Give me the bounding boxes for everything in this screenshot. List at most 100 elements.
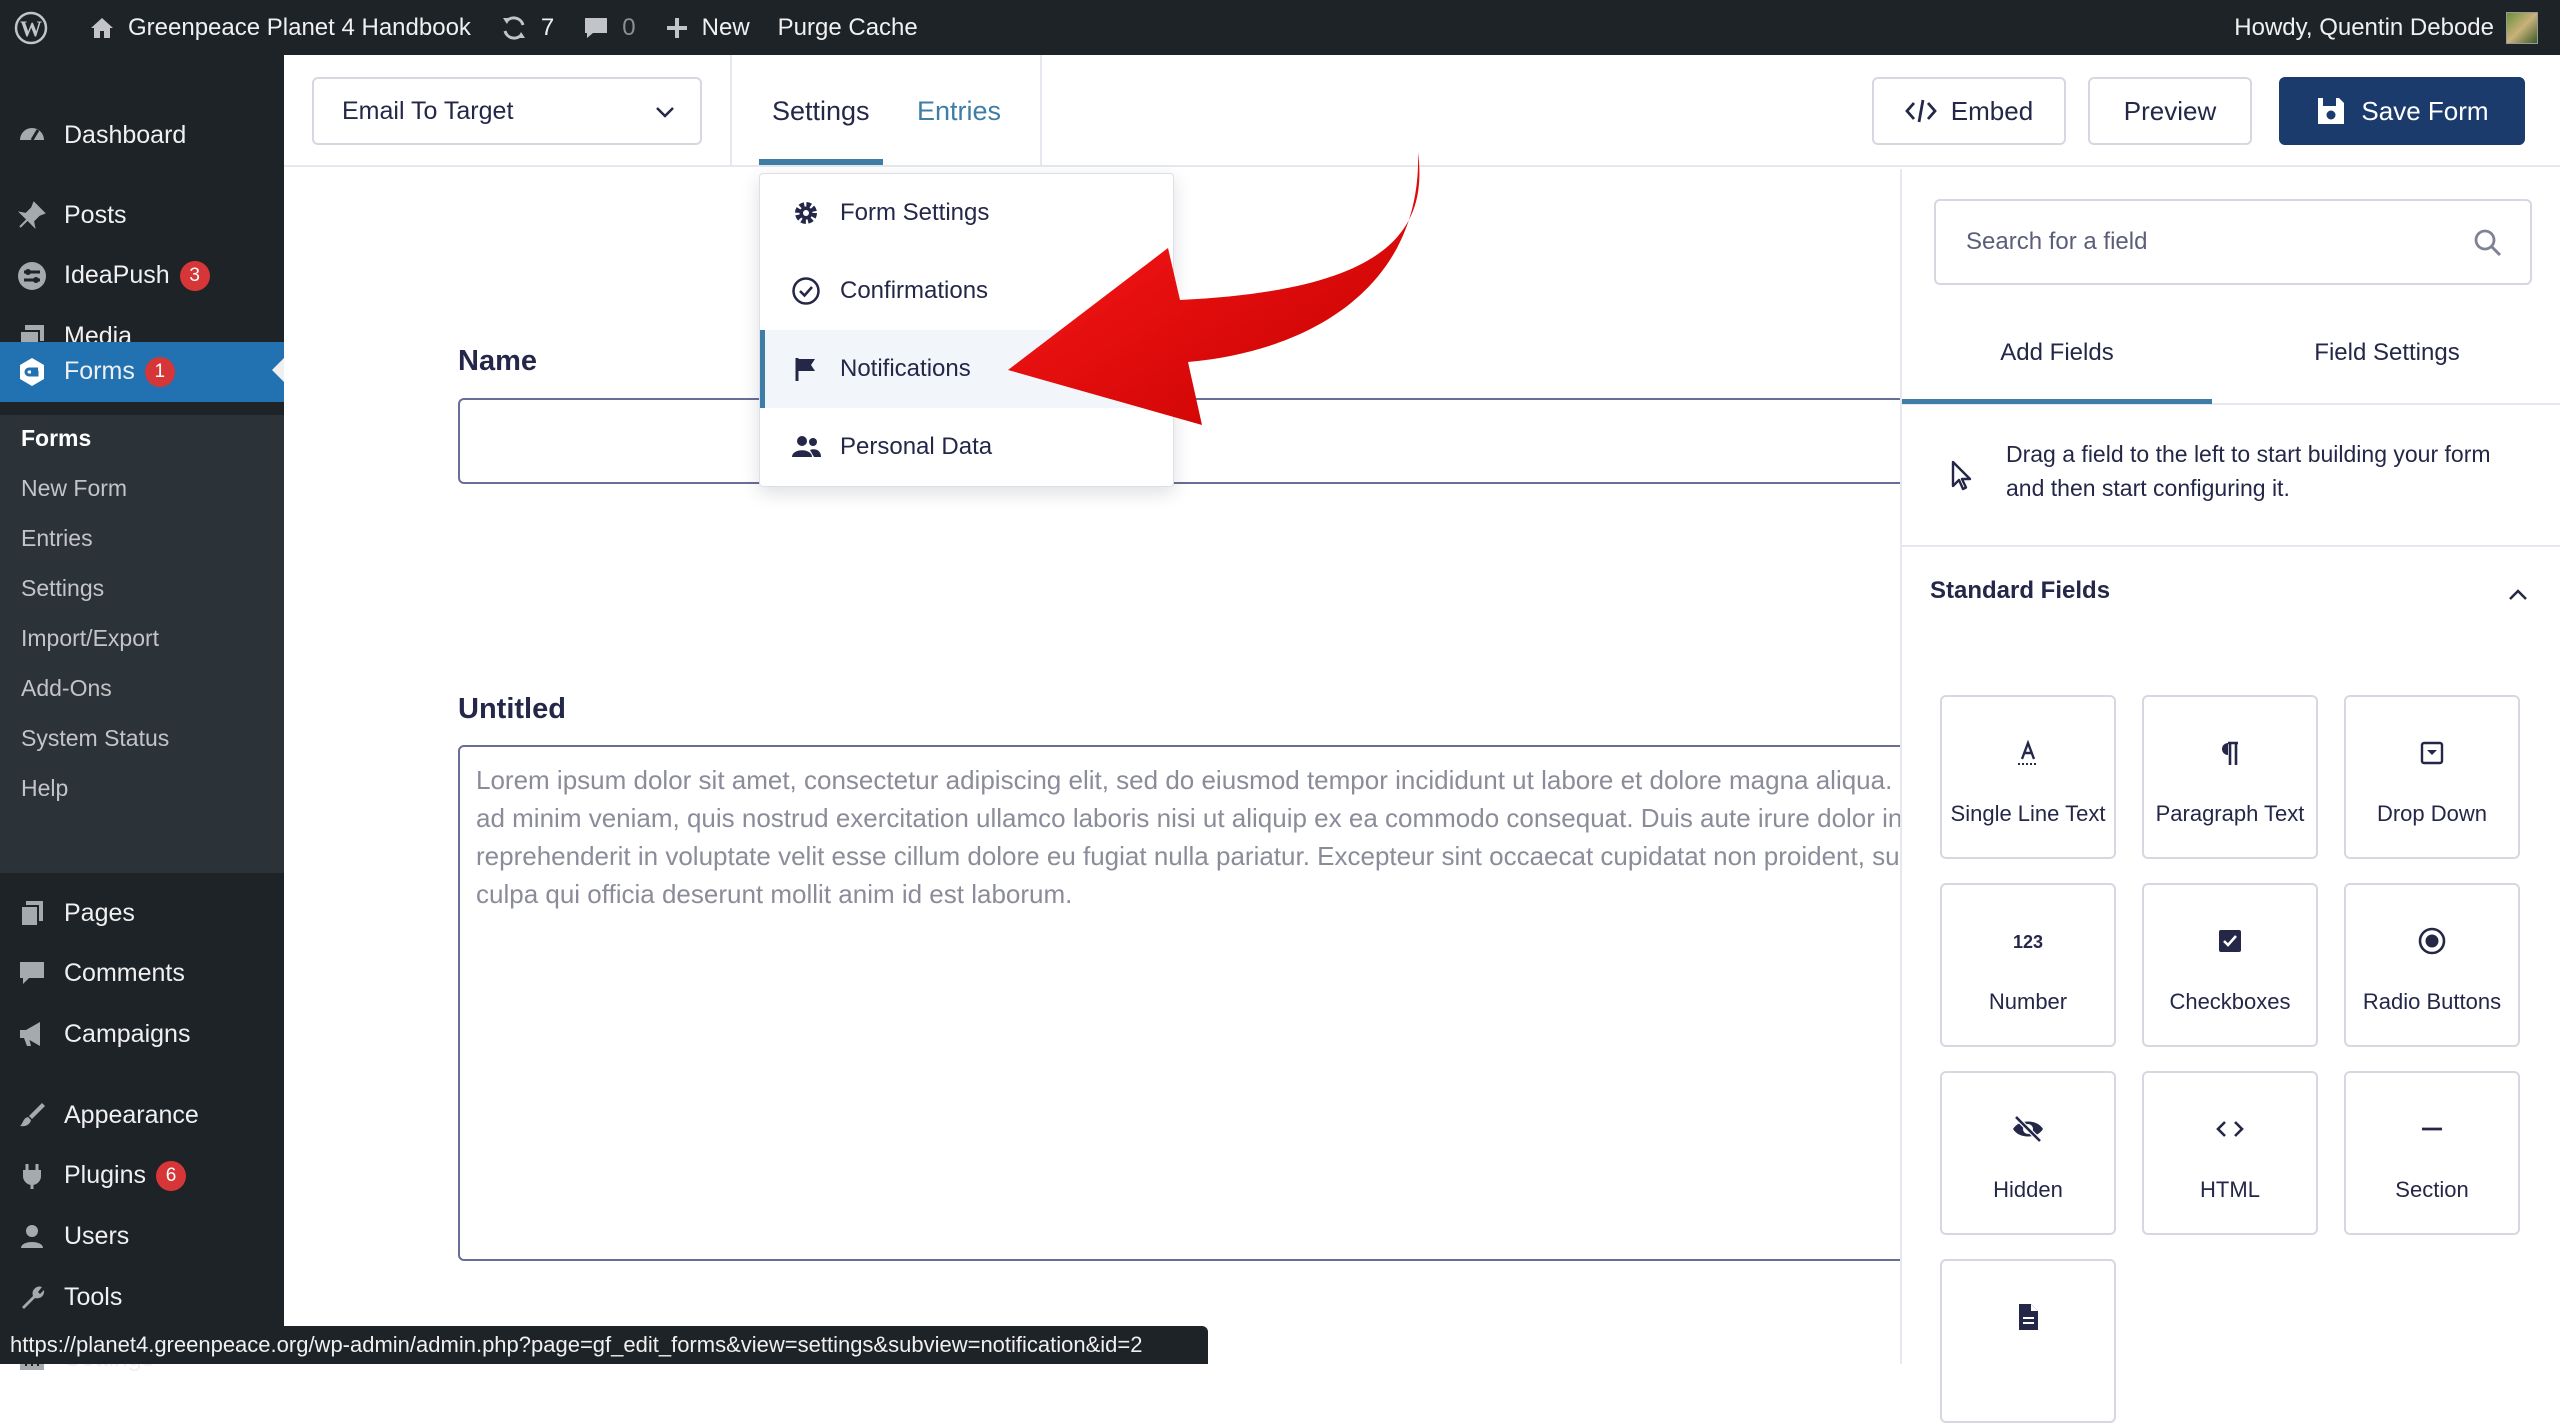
tab-field-settings[interactable]: Field Settings [2212, 339, 2560, 387]
sidebar-item-appearance[interactable]: Appearance [0, 1087, 284, 1143]
field-search-input[interactable]: Search for a field [1934, 199, 2532, 285]
sidebar-label: Forms [64, 356, 135, 385]
avatar [2506, 11, 2538, 44]
menu-item-label: Form Settings [840, 199, 990, 226]
admin-sidebar: Dashboard Posts IdeaPush 3 Media Forms 1 F… [0, 55, 284, 1372]
new-content-link[interactable]: New [650, 0, 764, 55]
field-button-label: Number [1988, 989, 2068, 1014]
sidebar-item-forms[interactable]: Forms 1 [0, 342, 284, 402]
field-button-label: Hidden [1993, 1177, 2063, 1202]
admin-bar: W Greenpeace Planet 4 Handbook 7 0 New P… [0, 0, 2560, 55]
sidebar-item-pages[interactable]: Pages [0, 885, 284, 941]
chevron-up-icon[interactable] [2506, 583, 2530, 607]
people-icon [790, 431, 822, 463]
sidebar-item-users[interactable]: Users [0, 1208, 284, 1264]
wrench-icon [16, 1281, 48, 1313]
sidebar-label-wrap: Plugins 6 [64, 1161, 186, 1192]
comments-count: 0 [622, 13, 636, 41]
field-button-radio-buttons[interactable]: Radio Buttons [2344, 883, 2520, 1047]
submenu-entries[interactable]: Entries [21, 525, 93, 552]
users-icon [16, 1220, 48, 1252]
menu-item-label: Confirmations [840, 277, 989, 304]
field-button-label: HTML [2200, 1177, 2260, 1202]
sidebar-item-campaigns[interactable]: Campaigns [0, 1006, 284, 1062]
field-button-html[interactable]: HTML [2142, 1071, 2318, 1235]
sidebar-item-dashboard[interactable]: Dashboard [0, 107, 284, 163]
field-button-label: Radio Buttons [2362, 989, 2502, 1014]
submenu-settings[interactable]: Settings [21, 575, 104, 602]
sidebar-item-comments[interactable]: Comments [0, 945, 284, 1001]
dropdown-box-icon [2346, 737, 2518, 769]
comments-icon [16, 957, 48, 989]
red-annotation-arrow-icon [1008, 152, 1420, 425]
updates-icon [502, 15, 525, 40]
updates-link[interactable]: 7 [485, 0, 568, 55]
field-button-label: Checkboxes [2169, 989, 2291, 1014]
plugin-icon [16, 1160, 48, 1192]
sidebar-item-plugins[interactable]: Plugins 6 [0, 1148, 284, 1204]
comment-bubble-icon [585, 17, 608, 38]
sidebar-item-posts[interactable]: Posts [0, 187, 284, 243]
field-button-section[interactable]: Section [2344, 1071, 2520, 1235]
purge-cache-label: Purge Cache [777, 13, 918, 41]
pin-icon [16, 199, 48, 231]
submenu-help[interactable]: Help [21, 775, 68, 802]
field-button-label: Paragraph Text [2155, 801, 2305, 826]
submenu-add-ons[interactable]: Add-Ons [21, 675, 112, 702]
site-name: Greenpeace Planet 4 Handbook [128, 13, 471, 41]
untitled-field-label: Untitled [458, 693, 566, 725]
sidebar-label: Pages [64, 898, 135, 927]
purge-cache-link[interactable]: Purge Cache [764, 0, 932, 55]
field-button-paragraph-text[interactable]: Paragraph Text [2142, 695, 2318, 859]
plus-icon [666, 17, 687, 38]
save-form-button[interactable]: Save Form [2279, 77, 2525, 145]
submenu-system-status[interactable]: System Status [21, 725, 169, 752]
notification-badge: 6 [156, 1161, 186, 1192]
svg-text:W: W [20, 16, 42, 41]
new-label: New [701, 13, 750, 41]
field-button-drop-down[interactable]: Drop Down [2344, 695, 2520, 859]
account-menu[interactable]: Howdy, Quentin Debode [2234, 11, 2560, 44]
tab-settings[interactable]: Settings [772, 55, 870, 167]
tab-entries[interactable]: Entries [917, 55, 1001, 167]
submenu-new-form[interactable]: New Form [21, 475, 127, 502]
tab-add-fields[interactable]: Add Fields [1902, 339, 2212, 387]
comments-link[interactable]: 0 [568, 0, 649, 55]
sidebar-item-tools[interactable]: Tools [0, 1269, 284, 1325]
submenu-import-export[interactable]: Import/Export [21, 625, 159, 652]
code-icon [1904, 99, 1937, 123]
ideapush-icon [16, 260, 48, 292]
field-button-single-line-text[interactable]: Single Line Text [1940, 695, 2116, 859]
howdy-text: Howdy, Quentin Debode [2234, 13, 2494, 41]
field-button-checkboxes[interactable]: Checkboxes [2142, 883, 2318, 1047]
cursor-arrow-icon [1946, 459, 1976, 491]
preview-button[interactable]: Preview [2088, 77, 2252, 145]
field-button-page[interactable] [1940, 1259, 2116, 1423]
sidebar-label: Posts [64, 200, 127, 229]
document-icon [1942, 1301, 2114, 1333]
pilcrow-icon [2144, 737, 2316, 769]
dashboard-icon [16, 119, 48, 151]
site-name-link[interactable]: Greenpeace Planet 4 Handbook [74, 0, 485, 55]
untitled-textarea[interactable]: Lorem ipsum dolor sit amet, consectetur … [458, 745, 2014, 1261]
submenu-forms[interactable]: Forms [21, 425, 91, 452]
drag-hint-text: Drag a field to the left to start buildi… [2006, 441, 2491, 501]
standard-fields-header[interactable]: Standard Fields [1930, 577, 2110, 605]
form-switcher-value: Email To Target [342, 96, 514, 125]
textarea-content: Lorem ipsum dolor sit amet, consectetur … [476, 765, 1990, 909]
preview-label: Preview [2123, 95, 2217, 126]
sidebar-label: Tools [64, 1282, 123, 1311]
field-button-label: Single Line Text [1950, 801, 2106, 826]
field-button-label: Section [2395, 1177, 2469, 1202]
toolbar-divider [730, 55, 732, 167]
field-button-number[interactable]: 123 Number [1940, 883, 2116, 1047]
wordpress-logo[interactable]: W [0, 0, 74, 55]
gear-icon [790, 197, 822, 229]
field-button-hidden[interactable]: Hidden [1940, 1071, 2116, 1235]
name-field-label: Name [458, 345, 537, 377]
form-switcher-dropdown[interactable]: Email To Target [312, 77, 702, 145]
sidebar-item-ideapush[interactable]: IdeaPush 3 [0, 248, 284, 304]
embed-button[interactable]: Embed [1872, 77, 2066, 145]
notification-badge: 1 [144, 357, 175, 388]
updates-count: 7 [540, 13, 555, 41]
